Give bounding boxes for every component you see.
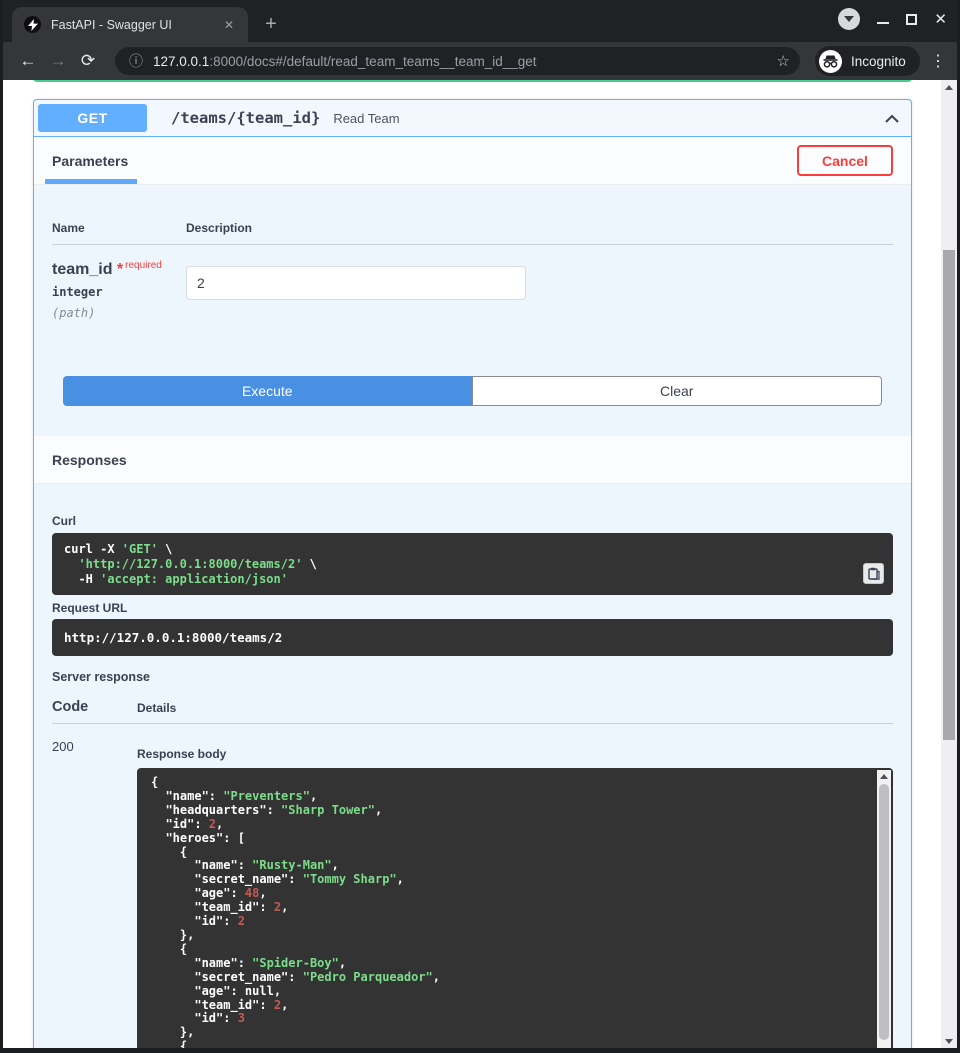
response-body-label: Response body: [137, 747, 893, 761]
parameters-section-header: Parameters Cancel: [34, 137, 911, 185]
tab-close-icon[interactable]: ✕: [220, 16, 238, 34]
tab-parameters[interactable]: Parameters: [52, 153, 128, 169]
responses-body: Curl curl -X 'GET' \ 'http://127.0.0.1:8…: [34, 484, 911, 1048]
tab-title: FastAPI - Swagger UI: [51, 18, 220, 32]
curl-command: curl -X 'GET' \ 'http://127.0.0.1:8000/t…: [52, 533, 893, 595]
required-label: required: [125, 260, 162, 271]
response-scrollbar-thumb[interactable]: [879, 784, 889, 1040]
http-method-badge: GET: [38, 104, 147, 132]
request-url-value: http://127.0.0.1:8000/teams/2: [52, 619, 893, 656]
parameter-type: integer: [52, 285, 186, 299]
browser-menu-button[interactable]: ⋮: [930, 51, 946, 71]
window-close-button[interactable]: ✕: [934, 12, 947, 27]
status-code: 200: [52, 739, 137, 1048]
details-column-header: Details: [137, 701, 176, 715]
page-scroll-down-icon[interactable]: [941, 1034, 957, 1048]
server-response-label: Server response: [52, 670, 893, 684]
forward-button[interactable]: →: [43, 51, 73, 71]
incognito-icon: [819, 50, 842, 73]
page-scrollbar[interactable]: [941, 80, 957, 1048]
page-scrollbar-thumb[interactable]: [943, 250, 955, 740]
responses-section-header: Responses: [34, 436, 911, 484]
reload-button[interactable]: ⟳: [73, 51, 103, 71]
chevron-down-icon: [844, 16, 854, 22]
operation-summary[interactable]: GET /teams/{team_id} Read Team: [34, 100, 911, 137]
url-host: 127.0.0.1: [153, 54, 209, 69]
page-scroll-up-icon[interactable]: [941, 80, 957, 94]
team-id-input[interactable]: [186, 266, 526, 300]
url-text: 127.0.0.1:8000/docs#/default/read_team_t…: [153, 54, 769, 69]
name-column-header: Name: [52, 221, 85, 235]
parameters-body: Name Description team_id *required integ…: [34, 185, 911, 436]
description-column-header: Description: [186, 221, 252, 235]
back-button[interactable]: ←: [13, 51, 43, 71]
site-info-icon[interactable]: ⓘ: [129, 51, 143, 71]
incognito-badge: Incognito: [815, 46, 920, 76]
address-bar[interactable]: ⓘ 127.0.0.1:8000/docs#/default/read_team…: [115, 47, 800, 75]
endpoint-path: /teams/{team_id}: [171, 109, 320, 127]
parameter-name: team_id *required: [52, 261, 186, 279]
maximize-button[interactable]: [906, 14, 917, 25]
parameter-location: (path): [52, 306, 186, 320]
response-body-json: { "name": "Preventers", "headquarters": …: [137, 768, 893, 1048]
scroll-up-icon[interactable]: [877, 770, 891, 783]
browser-tab[interactable]: FastAPI - Swagger UI ✕: [12, 7, 248, 42]
browser-window: FastAPI - Swagger UI ✕ + ✕ ← → ⟳ ⓘ 127.0…: [3, 0, 957, 1048]
parameter-row: team_id *required integer (path): [52, 261, 893, 320]
cancel-button[interactable]: Cancel: [797, 145, 893, 176]
code-column-header: Code: [52, 699, 137, 715]
get-operation-block: GET /teams/{team_id} Read Team Parameter…: [33, 99, 912, 1048]
collapse-chevron-icon[interactable]: [881, 108, 903, 130]
responses-title: Responses: [52, 452, 127, 468]
page-content: GET /teams/{team_id} Read Team Parameter…: [3, 80, 957, 1048]
response-scrollbar[interactable]: [877, 770, 891, 1048]
fastapi-favicon-icon: [24, 16, 41, 33]
clear-button[interactable]: Clear: [472, 376, 883, 406]
minimize-button[interactable]: [877, 22, 889, 24]
execute-button[interactable]: Execute: [63, 376, 472, 406]
url-path: :8000/docs#/default/read_team_teams__tea…: [209, 54, 536, 69]
previous-endpoint-edge: [33, 80, 912, 82]
new-tab-button[interactable]: +: [259, 13, 283, 37]
endpoint-summary: Read Team: [333, 111, 399, 126]
tab-strip: FastAPI - Swagger UI ✕ + ✕: [3, 0, 957, 42]
copy-to-clipboard-button[interactable]: [863, 563, 884, 584]
incognito-label: Incognito: [851, 54, 906, 69]
curl-label: Curl: [52, 514, 893, 528]
tab-search-button[interactable]: [838, 8, 860, 30]
browser-toolbar: ← → ⟳ ⓘ 127.0.0.1:8000/docs#/default/rea…: [3, 42, 957, 80]
active-tab-underline: [45, 179, 137, 184]
request-url-label: Request URL: [52, 601, 893, 615]
bookmark-star-icon[interactable]: ☆: [777, 52, 790, 70]
response-row: 200 Response body { "name": "Preventers"…: [52, 739, 893, 1048]
required-asterisk: *: [117, 261, 123, 278]
